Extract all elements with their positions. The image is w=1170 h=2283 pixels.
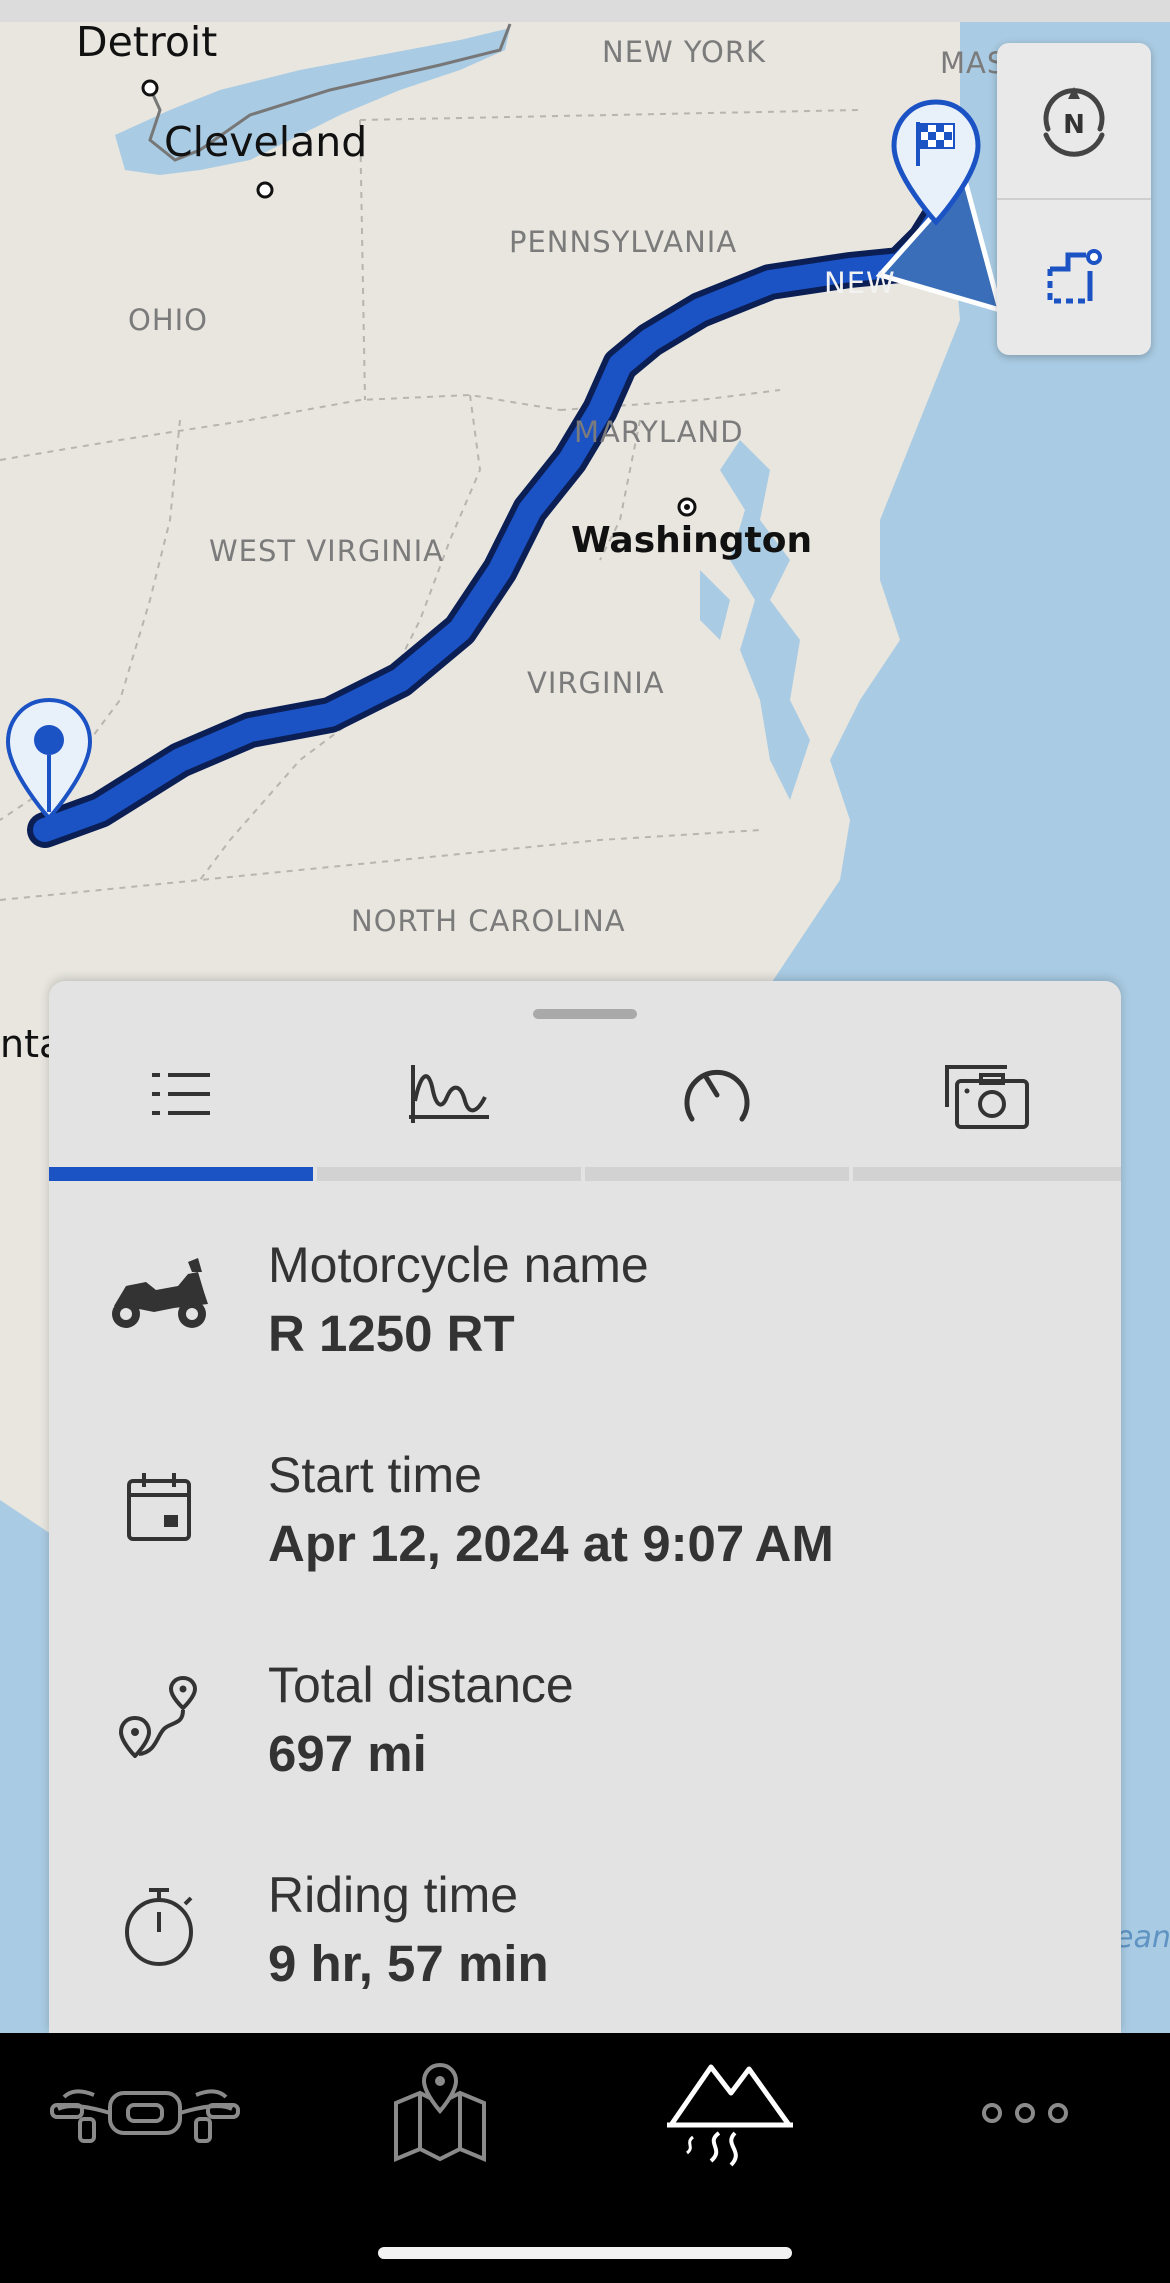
motorcycle-icon	[99, 1236, 219, 1356]
state-label-west-virginia: WEST VIRGINIA	[209, 534, 444, 568]
motorcycle-name-label: Motorcycle name	[268, 1237, 649, 1293]
total-distance-value: 697 mi	[268, 1725, 427, 1782]
speedometer-icon	[680, 1061, 754, 1132]
state-label-virginia: VIRGINIA	[527, 666, 665, 700]
bottom-nav-bar	[0, 2033, 1170, 2283]
start-time-label: Start time	[268, 1447, 482, 1503]
state-label-new-york: NEW YORK	[602, 35, 767, 69]
mountains-road-icon	[667, 2064, 793, 2167]
nav-motorcycle[interactable]	[40, 2033, 250, 2193]
map-controls: N	[997, 43, 1151, 355]
stopwatch-icon	[99, 1866, 219, 1986]
state-label-north-carolina: NORTH CAROLINA	[351, 904, 626, 938]
tab-indicator	[317, 1167, 581, 1181]
tab-photos[interactable]	[853, 1041, 1121, 1181]
riding-time-label: Riding time	[268, 1867, 519, 1923]
start-time-value: Apr 12, 2024 at 9:07 AM	[268, 1515, 834, 1572]
nav-more[interactable]	[960, 2033, 1090, 2193]
more-dots-icon	[982, 2103, 1068, 2123]
map-pin-icon	[394, 2063, 486, 2162]
tab-overview[interactable]	[49, 1041, 313, 1181]
route-distance-icon	[99, 1656, 219, 1776]
detail-row-motorcycle: Motorcycle name R 1250 RT	[49, 1236, 1121, 1436]
city-label-washington: Washington	[571, 520, 813, 561]
list-icon	[148, 1061, 214, 1132]
sheet-drag-handle[interactable]	[533, 1009, 637, 1019]
detail-row-distance: Total distance 697 mi	[49, 1656, 1121, 1856]
city-label-cleveland: Cleveland	[164, 118, 368, 166]
detail-row-riding-time: Riding time 9 hr, 57 min	[49, 1866, 1121, 2033]
nav-map[interactable]	[370, 2033, 510, 2193]
tab-indicator	[853, 1167, 1121, 1181]
location-pin-icon[interactable]	[2, 694, 96, 824]
total-distance-label: Total distance	[268, 1657, 574, 1713]
tab-elevation[interactable]	[317, 1041, 581, 1181]
state-label-maryland: MARYLAND	[574, 415, 744, 449]
elevation-chart-icon	[407, 1061, 491, 1132]
compass-north-letter: N	[1063, 110, 1085, 140]
detail-row-start-time: Start time Apr 12, 2024 at 9:07 AM	[49, 1446, 1121, 1646]
route-overview-icon[interactable]	[997, 199, 1151, 355]
compass-north-icon[interactable]: N	[997, 43, 1151, 199]
tab-indicator	[49, 1167, 313, 1181]
state-label-ohio: OHIO	[128, 303, 209, 337]
state-label-pennsylvania: PENNSYLVANIA	[509, 225, 738, 259]
calendar-icon	[99, 1446, 219, 1566]
riding-time-value: 9 hr, 57 min	[268, 1935, 549, 1992]
tab-indicator	[585, 1167, 849, 1181]
city-label-detroit: Detroit	[76, 18, 218, 66]
nav-recorded-trips[interactable]	[660, 2033, 800, 2193]
motorcycle-handlebar-icon	[50, 2089, 240, 2143]
sheet-tabs	[49, 1041, 1121, 1181]
camera-icon	[943, 1061, 1031, 1136]
ocean-label-partial: ean	[1115, 1920, 1170, 1955]
motorcycle-name-value: R 1250 RT	[268, 1305, 515, 1362]
tab-speed[interactable]	[585, 1041, 849, 1181]
ride-details-sheet: Motorcycle name R 1250 RT Start time Apr…	[49, 981, 1121, 2033]
checkered-flag-pin-icon[interactable]	[888, 96, 984, 226]
home-indicator[interactable]	[378, 2247, 792, 2259]
state-label-new-jersey: NEW	[824, 266, 896, 300]
